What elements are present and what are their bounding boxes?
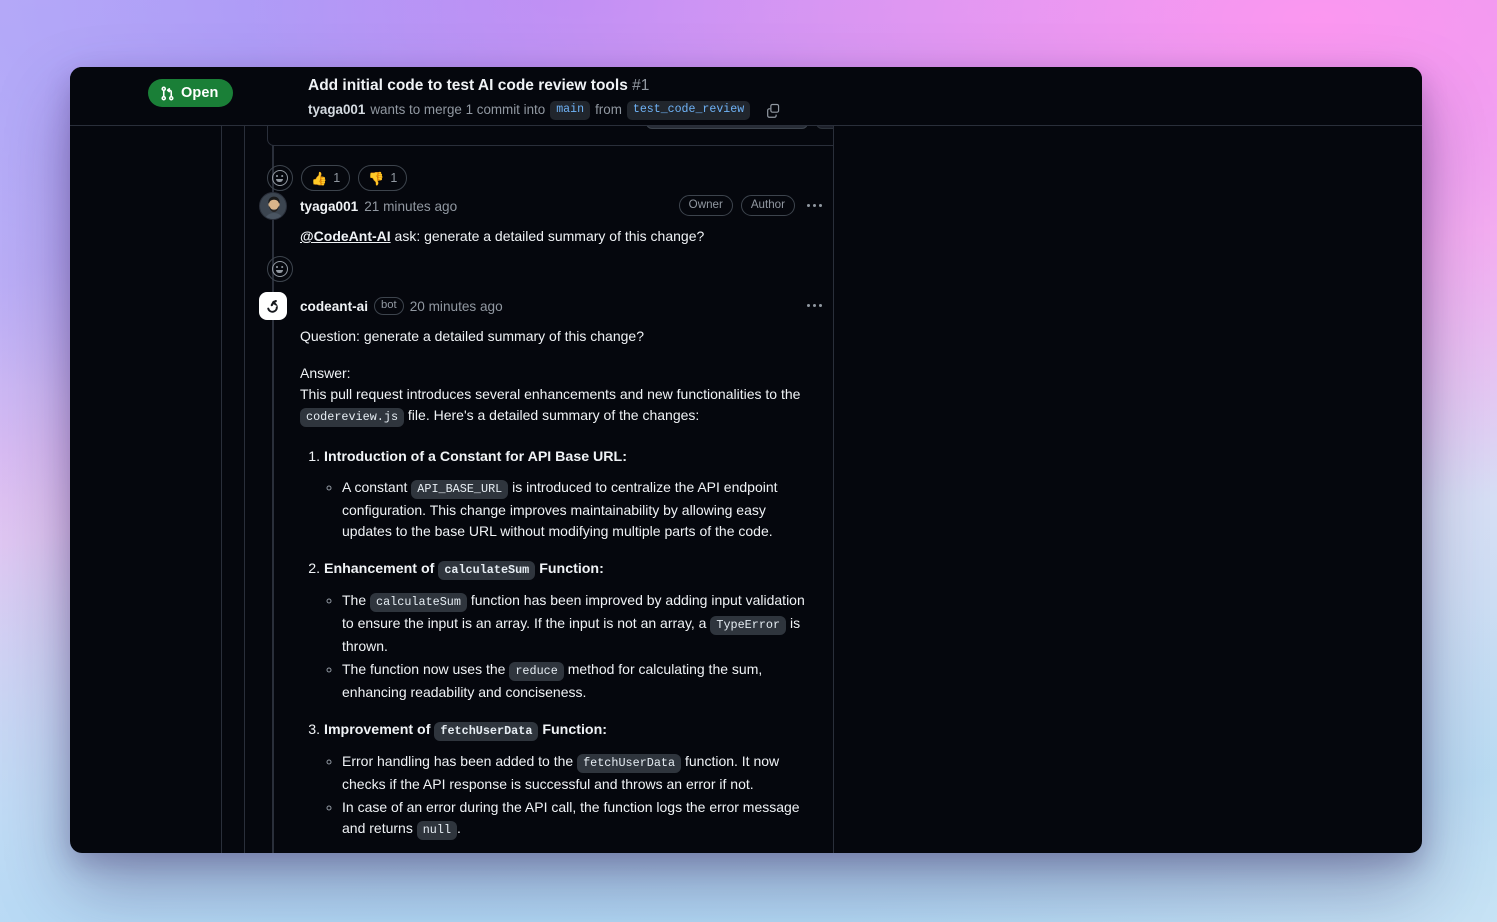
thumbs-down-icon: 👎 [368, 170, 385, 186]
comment-text: ask: generate a detailed summary of this… [390, 228, 705, 244]
commit-suggestion-button[interactable]: Commit suggestion [646, 126, 808, 129]
comment-timestamp: 21 minutes ago [364, 198, 458, 214]
page-title: Add initial code to test AI code review … [308, 77, 628, 94]
mention-link[interactable]: @CodeAnt-AI [300, 228, 391, 244]
comment-menu-button[interactable] [803, 196, 825, 216]
list-item: A constant API_BASE_URL is introduced to… [342, 477, 815, 542]
item-heading-a: Improvement of [324, 722, 435, 738]
thumbs-down-count: 1 [390, 171, 398, 185]
comment-header: codeant-ai bot 20 minutes ago [245, 292, 833, 320]
avatar[interactable] [259, 292, 287, 320]
list-item: Error handling has been added to the fet… [342, 751, 815, 795]
sub-list: A constant API_BASE_URL is introduced to… [342, 477, 815, 542]
right-sidebar-column [834, 126, 1422, 853]
pr-merge-text-2: from [595, 102, 622, 117]
role-badge-author: Author [740, 195, 795, 216]
reactions-row: 👍 1 👎 1 [267, 165, 408, 191]
bot-intro-paragraph: This pull request introduces several enh… [300, 384, 815, 428]
head-branch-chip[interactable]: test_code_review [626, 100, 751, 120]
sub-text-b: . [457, 820, 461, 836]
comment-user: tyaga001 21 minutes ago Owner Author @Co… [245, 192, 833, 282]
pr-body: Commit suggestion Add suggestion to batc… [70, 126, 1422, 853]
thumbs-up-count: 1 [333, 171, 341, 185]
code-chip-fetchuserdata-2: fetchUserData [577, 754, 682, 773]
code-chip-null: null [416, 821, 458, 840]
sub-text-a: In case of an error during the API call,… [342, 799, 800, 836]
add-reaction-button-2[interactable] [267, 256, 293, 282]
comment-menu-button[interactable] [803, 295, 825, 315]
summary-list: Introduction of a Constant for API Base … [324, 446, 815, 853]
sub-list: Error handling has been added to the fet… [342, 751, 815, 841]
item-heading-b: Function: [535, 561, 604, 577]
code-chip-calculatesum: calculateSum [438, 561, 536, 580]
base-branch-chip[interactable]: main [550, 100, 591, 120]
pull-request-icon [160, 86, 175, 101]
comment-bot: codeant-ai bot 20 minutes ago Question: … [245, 292, 833, 853]
list-item: In case of an error during the API call,… [342, 797, 815, 841]
diff-gutter-column [222, 126, 245, 853]
left-files-column [70, 126, 222, 853]
bot-badge: bot [373, 297, 404, 315]
code-chip-typeerror: TypeError [710, 616, 787, 635]
suggestion-box: Commit suggestion Add suggestion to batc… [267, 126, 833, 146]
comment-meta: codeant-ai bot 20 minutes ago [300, 297, 503, 315]
sub-text-a: The [342, 592, 371, 608]
reaction-thumbs-up[interactable]: 👍 1 [301, 165, 351, 191]
item-heading-b: Function: [538, 722, 607, 738]
sub-text-a: Error handling has been added to the [342, 753, 578, 769]
list-item: The function now uses the reduce method … [342, 659, 815, 703]
pr-number: #1 [632, 77, 650, 94]
smiley-icon [272, 261, 288, 277]
intro-text-b: file. Here's a detailed summary of the c… [404, 407, 700, 423]
code-chip-fetchuserdata: fetchUserData [434, 722, 539, 741]
item-heading-a: Enhancement of [324, 561, 439, 577]
code-chip-api-base-url: API_BASE_URL [411, 480, 509, 499]
pr-title-row: Add initial code to test AI code review … [308, 76, 783, 96]
pr-author-name: tyaga001 [308, 102, 366, 117]
item-heading-a: Introduction of a Constant for API Base … [324, 449, 627, 465]
sub-text-a: A constant [342, 479, 412, 495]
pr-heading-block: Add initial code to test AI code review … [308, 76, 783, 121]
pr-branch-summary: tyaga001 wants to merge 1 commit into ma… [308, 99, 783, 121]
reaction-thumbs-down[interactable]: 👎 1 [358, 165, 408, 191]
list-item: The calculateSum function has been impro… [342, 590, 815, 657]
summary-item-2: Enhancement of calculateSum Function: Th… [324, 558, 815, 703]
pr-header: Open Add initial code to test AI code re… [70, 67, 1422, 126]
code-chip-codereview-js: codereview.js [300, 408, 405, 427]
summary-item-1: Introduction of a Constant for API Base … [324, 446, 815, 542]
pr-state-label: Open [181, 85, 219, 101]
conversation-column: Commit suggestion Add suggestion to batc… [245, 126, 834, 853]
add-suggestion-to-batch-button[interactable]: Add suggestion to batch [815, 126, 833, 129]
pr-state-badge: Open [148, 79, 234, 107]
comment-body: @CodeAnt-AI ask: generate a detailed sum… [300, 226, 833, 247]
sub-text-a: The function now uses the [342, 661, 510, 677]
avatar[interactable] [259, 192, 287, 220]
code-chip-reduce: reduce [509, 662, 564, 681]
pull-request-window: Open Add initial code to test AI code re… [70, 67, 1422, 853]
comment-body: Question: generate a detailed summary of… [300, 326, 833, 853]
sub-list: The calculateSum function has been impro… [342, 590, 815, 703]
role-badge-owner: Owner [678, 195, 733, 216]
comment-author[interactable]: codeant-ai [300, 299, 368, 314]
bot-answer-label: Answer: [300, 365, 351, 381]
pr-merge-text-1: wants to merge 1 commit into [370, 102, 546, 117]
comment-timestamp: 20 minutes ago [409, 298, 503, 314]
code-chip-calculatesum-2: calculateSum [370, 593, 467, 612]
smiley-icon [272, 170, 288, 186]
add-reaction-button[interactable] [267, 165, 293, 191]
bot-question-line: Question: generate a detailed summary of… [300, 328, 644, 344]
comment-header-actions: Owner Author [678, 195, 825, 216]
summary-item-3: Improvement of fetchUserData Function: E… [324, 719, 815, 841]
comment-header-actions [803, 295, 825, 315]
thumbs-up-icon: 👍 [311, 170, 328, 186]
intro-text-a: This pull request introduces several enh… [300, 386, 801, 402]
comment-meta: tyaga001 21 minutes ago [300, 199, 457, 214]
comment-reactions-row [267, 256, 293, 282]
suggestion-actions: Commit suggestion Add suggestion to batc… [646, 126, 833, 129]
copy-icon[interactable] [763, 100, 783, 120]
comment-header: tyaga001 21 minutes ago Owner Author [245, 192, 833, 220]
comment-author[interactable]: tyaga001 [300, 199, 358, 214]
